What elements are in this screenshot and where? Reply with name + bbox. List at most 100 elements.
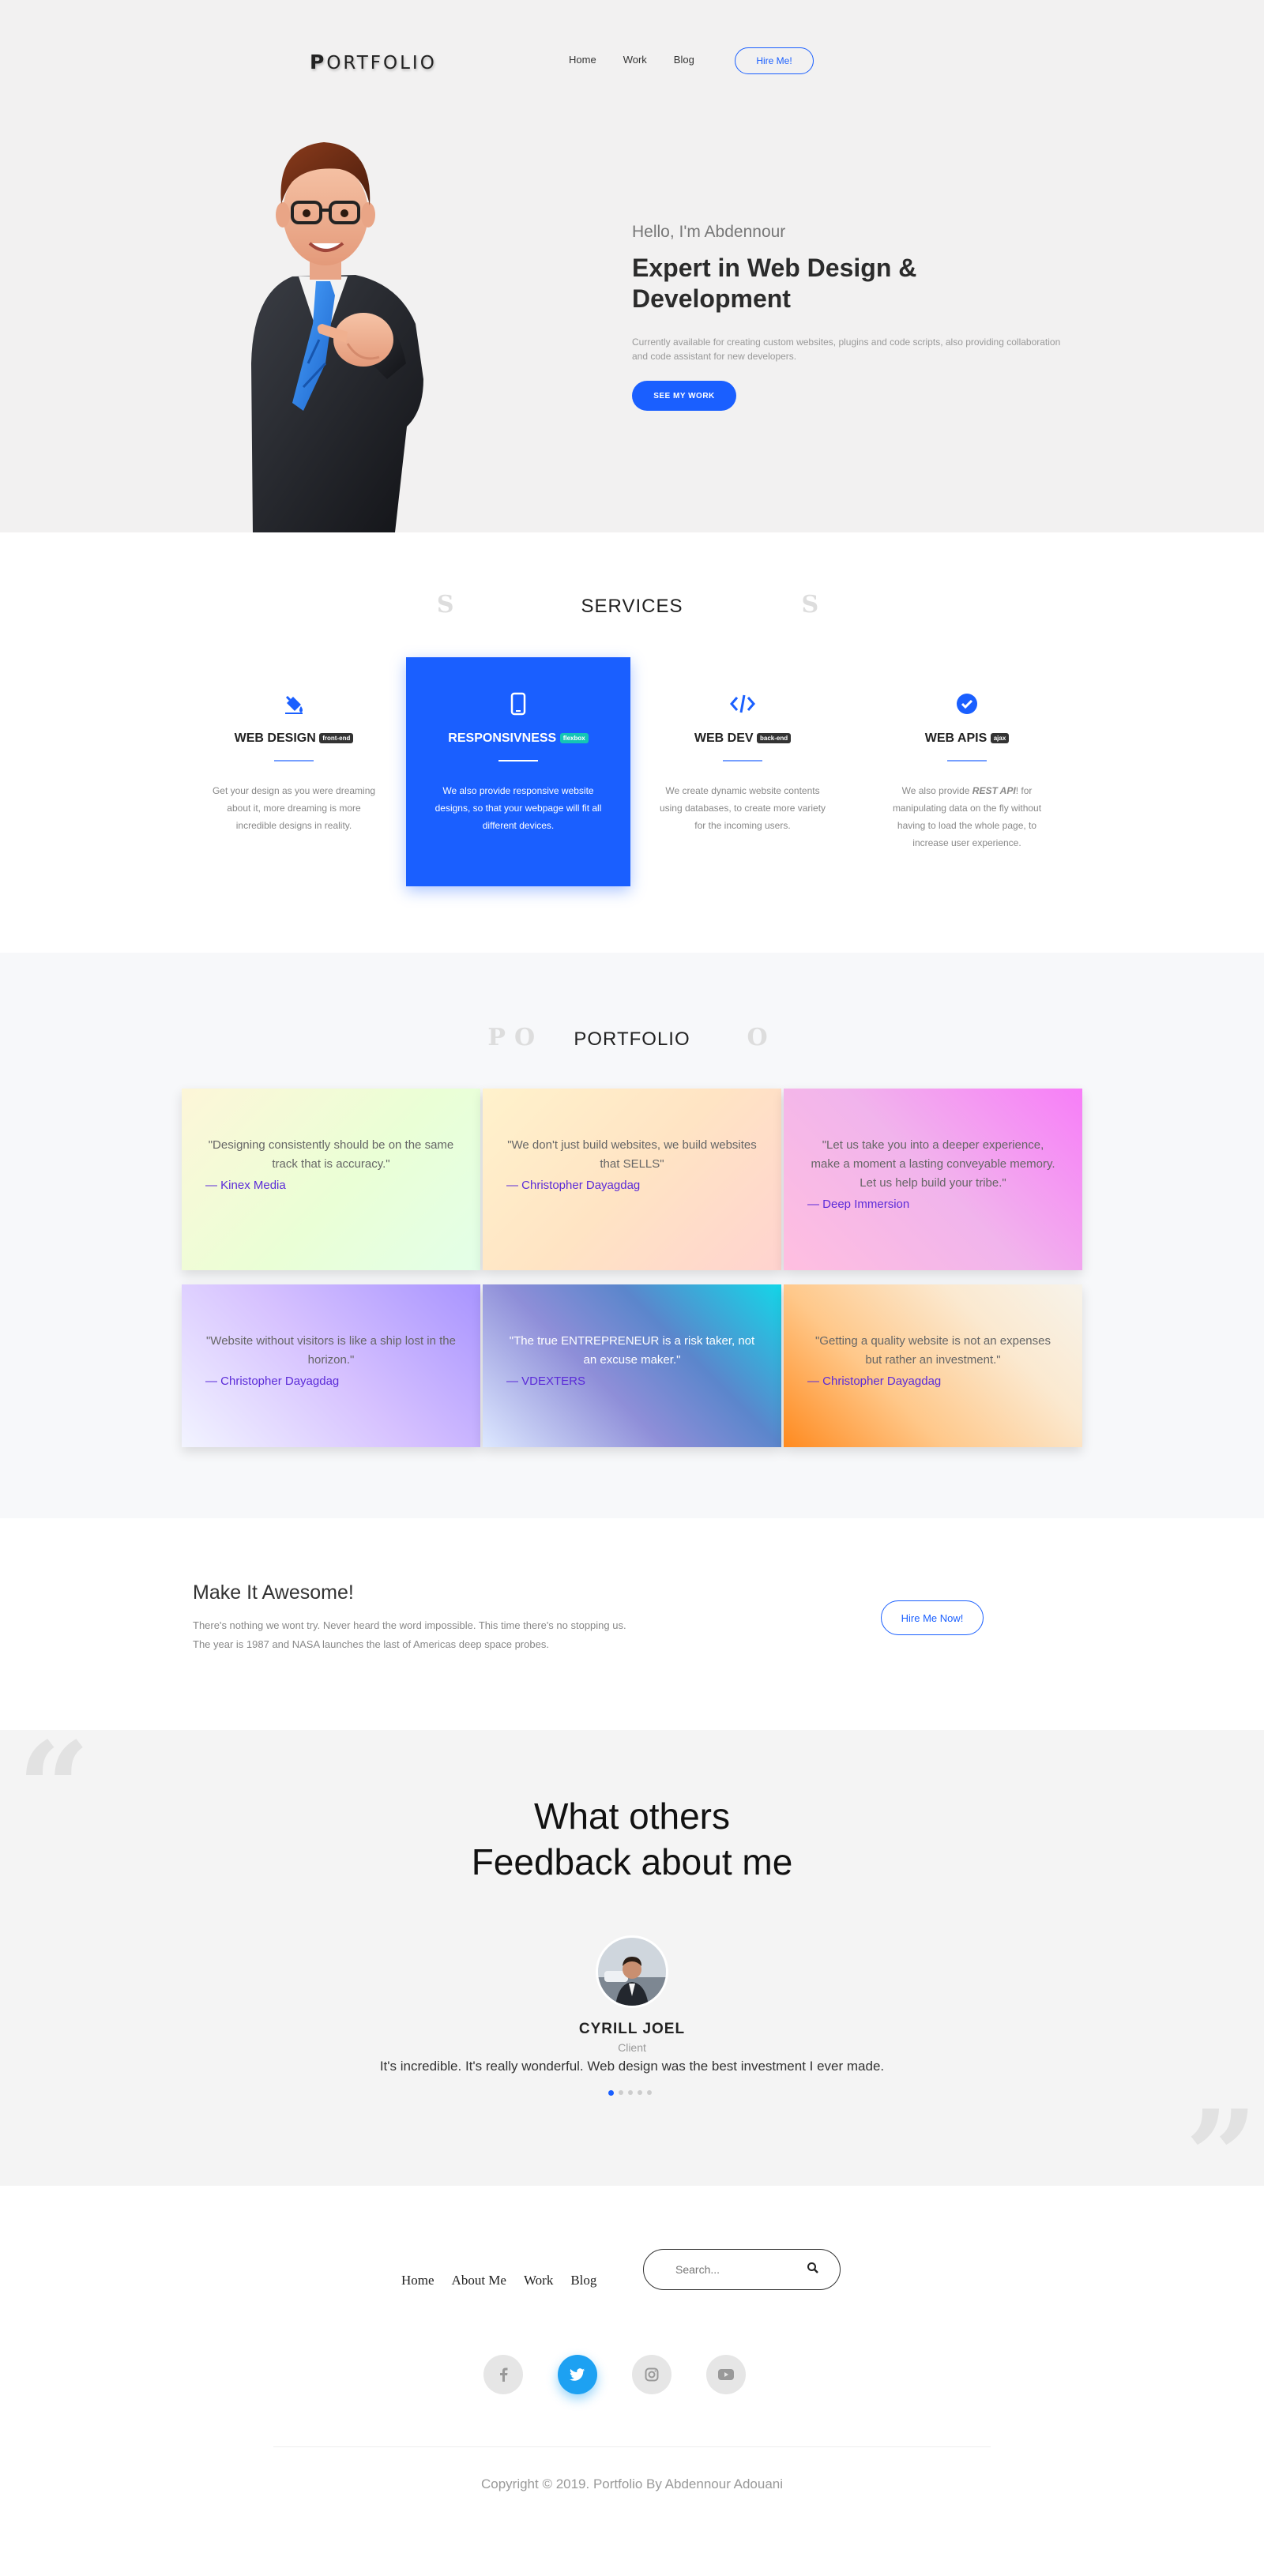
portfolio-tile[interactable]: "The true ENTREPRENEUR is a risk taker, … [483,1284,781,1447]
feedback-section: “ ” What others Feedback about me CYRILL… [0,1730,1264,2186]
cta-text: There's nothing we wont try. Never heard… [193,1616,683,1654]
service-card-text: Get your design as you were dreaming abo… [212,785,376,831]
service-card-title-text: RESPONSIVNESS [448,731,557,745]
service-card-web-design[interactable]: WEB DESIGN front-end Get your design as … [182,657,406,886]
site-logo[interactable]: PORTFOLIO [310,51,437,73]
feedback-title: What others Feedback about me [0,1793,1264,1885]
code-icon [630,690,855,717]
portfolio-title: PORTFOLIO [574,1029,690,1050]
nav-home[interactable]: Home [569,54,596,66]
twitter-icon[interactable] [558,2355,597,2394]
footer-nav-blog[interactable]: Blog [570,2273,596,2288]
service-badge: ajax [990,733,1010,743]
divider [498,760,538,762]
services-heading: S S SERVICES [0,591,1264,622]
services-title: SERVICES [581,596,683,617]
footer-nav-home[interactable]: Home [401,2273,434,2288]
carousel-dots [608,2090,652,2096]
youtube-icon[interactable] [706,2355,746,2394]
nav-blog[interactable]: Blog [674,54,694,66]
hero-greeting: Hello, I'm Abdennour [632,223,786,241]
hero-section: PORTFOLIO Home Work Blog Hire Me! Hello,… [0,0,1264,532]
footer-nav-work[interactable]: Work [524,2273,553,2288]
carousel-dot[interactable] [628,2090,633,2095]
logo-rest: ORTFOLIO [326,53,437,73]
tile-quote: "We don't just build websites, we build … [507,1138,757,1171]
portfolio-tile[interactable]: "Let us take you into a deeper experienc… [784,1089,1082,1270]
portfolio-tile[interactable]: "Designing consistently should be on the… [182,1089,480,1270]
tile-author[interactable]: — Deep Immersion [807,1198,1059,1211]
service-card-web-dev[interactable]: WEB DEV back-end We create dynamic websi… [630,657,855,886]
tile-author[interactable]: — Kinex Media [205,1179,457,1192]
footer-divider [273,2446,991,2447]
service-card-responsiveness[interactable]: RESPONSIVNESS flexbox We also provide re… [406,657,630,886]
service-card-title: WEB DEV back-end [630,731,855,746]
service-card-text: We also provide REST API! for manipulati… [880,782,1054,852]
main-nav: Home Work Blog [569,54,721,66]
tile-quote: "Let us take you into a deeper experienc… [811,1138,1055,1190]
social-links [483,2355,746,2394]
service-card-title-text: WEB DESIGN [234,731,316,745]
close-quote-icon: ” [1185,2082,1258,2186]
portfolio-tile[interactable]: "We don't just build websites, we build … [483,1089,781,1270]
portfolio-tile[interactable]: "Website without visitors is like a ship… [182,1284,480,1447]
carousel-dot[interactable] [647,2090,652,2095]
tile-quote: "Designing consistently should be on the… [208,1138,454,1171]
search-box [643,2249,841,2290]
cta-text-line: The year is 1987 and NASA launches the l… [193,1638,549,1650]
footer-nav-about[interactable]: About Me [452,2273,506,2288]
tile-quote: "Website without visitors is like a ship… [205,1334,456,1367]
paint-bucket-icon [182,690,406,717]
hire-me-button[interactable]: Hire Me! [735,47,814,74]
carousel-dot[interactable] [608,2090,614,2096]
client-name: CYRILL JOEL [578,2021,686,2037]
tile-quote: "Getting a quality website is not an exp… [814,1334,1051,1367]
client-role: Client [618,2041,646,2054]
tile-author[interactable]: — Christopher Dayagdag [807,1374,1059,1388]
feedback-title-line: What others [534,1796,730,1837]
service-card-text: We also provide responsive website desig… [434,785,602,831]
tile-author[interactable]: — VDEXTERS [506,1374,758,1388]
hire-me-now-button[interactable]: Hire Me Now! [881,1600,984,1635]
tile-author[interactable]: — Christopher Dayagdag [506,1179,758,1192]
instagram-icon[interactable] [632,2355,672,2394]
service-badge: flexbox [559,733,589,743]
facebook-icon[interactable] [483,2355,523,2394]
service-badge: front-end [319,733,354,743]
footer: Home About Me Work Blog Copyright © 2019… [0,2186,1264,2576]
cta-title: Make It Awesome! [193,1581,354,1604]
divider [274,760,314,762]
cartoon-avatar-illustration [237,126,434,532]
carousel-dot[interactable] [619,2090,623,2095]
search-icon[interactable] [807,2262,819,2278]
footer-nav: Home About Me Work Blog [401,2273,614,2288]
text-part: We also provide [901,785,972,796]
portfolio-heading: PO O PORTFOLIO [0,1024,1264,1055]
hero-description: Currently available for creating custom … [632,337,1061,362]
search-input[interactable] [675,2263,802,2276]
services-cards: WEB DESIGN front-end Get your design as … [182,657,1082,891]
nav-work[interactable]: Work [623,54,647,66]
text-emphasis: REST API [972,785,1016,796]
carousel-dot[interactable] [638,2090,642,2095]
mobile-phone-icon [406,690,630,717]
services-section: S S SERVICES WEB DESIGN front-end Get yo… [0,532,1264,953]
see-my-work-button[interactable]: SEE MY WORK [632,381,736,411]
feedback-title-line: Feedback about me [471,1841,793,1882]
testimonial-text: It's incredible. It's really wonderful. … [379,2059,885,2074]
client-avatar [596,1935,668,2008]
portfolio-section: PO O PORTFOLIO "Designing consistently s… [0,953,1264,1518]
tile-author[interactable]: — Christopher Dayagdag [205,1374,457,1388]
portfolio-tile[interactable]: "Getting a quality website is not an exp… [784,1284,1082,1447]
call-to-action-section: Make It Awesome! There's nothing we wont… [0,1518,1264,1730]
service-card-title-text: WEB APIS [924,731,988,745]
hero-text-block: Hello, I'm Abdennour Expert in Web Desig… [632,223,1074,411]
logo-initial: P [310,51,327,73]
copyright-text: Copyright © 2019. Portfolio By Abdennour… [480,2476,784,2491]
check-circle-icon [855,690,1079,717]
service-card-web-apis[interactable]: WEB APIS ajax We also provide REST API! … [855,657,1079,886]
service-badge: back-end [757,733,792,743]
tile-quote: "The true ENTREPRENEUR is a risk taker, … [509,1334,755,1367]
divider [723,760,762,762]
service-card-title: RESPONSIVNESS flexbox [406,731,630,746]
